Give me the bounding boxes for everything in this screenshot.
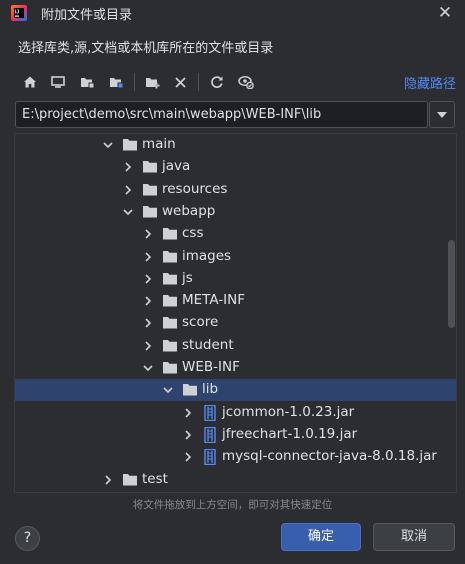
hide-path-link[interactable]: 隐藏路径: [404, 73, 456, 92]
tree-row[interactable]: WEB-INF: [15, 357, 456, 379]
refresh-icon[interactable]: [207, 72, 227, 92]
chevron-down-icon[interactable]: [102, 139, 114, 151]
tree-row-clipped: [15, 134, 456, 136]
jar-file-icon: [204, 404, 220, 421]
show-hidden-icon[interactable]: [236, 72, 256, 92]
tree-row-label: META-INF: [182, 292, 246, 309]
tree-row[interactable]: META-INF: [15, 290, 456, 312]
tree-row[interactable]: jfreechart-1.0.19.jar: [15, 424, 456, 446]
tree-row-label: images: [182, 247, 232, 264]
tree-scrollbar[interactable]: [448, 240, 455, 328]
folder-icon: [162, 271, 178, 286]
tree-row-label: js: [182, 269, 193, 286]
tree-row[interactable]: mysql-connector-java-8.0.18.jar: [15, 446, 456, 468]
toolbar: 隐藏路径: [18, 70, 458, 94]
chevron-down-icon: [437, 111, 447, 118]
dialog-description: 选择库类,源,文档或本机库所在的文件或目录: [18, 41, 274, 56]
path-history-dropdown[interactable]: [429, 101, 455, 128]
folder-icon: [162, 338, 178, 353]
folder-icon: [162, 293, 178, 308]
window-title: 附加文件或目录: [41, 8, 133, 23]
folder-icon: [162, 360, 178, 375]
path-value: E:\project\demo\src\main\webapp\WEB-INF\…: [22, 107, 322, 122]
jar-file-icon: [204, 426, 220, 444]
tree-row-label: lib: [202, 381, 219, 398]
tree-row-label: mysql-connector-java-8.0.18.jar: [222, 448, 437, 465]
tree-row[interactable]: lib: [15, 379, 456, 402]
tree-row[interactable]: js: [15, 268, 456, 290]
jar-file-icon: [204, 448, 220, 466]
chevron-right-icon[interactable]: [142, 273, 154, 285]
ok-button[interactable]: 确定: [281, 523, 361, 551]
cancel-button[interactable]: 取消: [373, 523, 455, 551]
tree-row[interactable]: images: [15, 246, 456, 268]
close-icon[interactable]: ✕: [436, 4, 454, 22]
toolbar-separator: [198, 73, 199, 91]
folder-icon: [122, 472, 138, 487]
chevron-right-icon[interactable]: [182, 429, 194, 441]
tree-row-label: test: [142, 470, 168, 487]
folder-icon: [182, 382, 198, 397]
chevron-down-icon[interactable]: [122, 206, 134, 218]
tree-row-label: main: [142, 136, 176, 152]
tree-row[interactable]: test: [15, 469, 456, 491]
intellij-idea-icon: IJ: [11, 5, 27, 21]
folder-icon: [162, 226, 178, 241]
tree-row-label: java: [162, 158, 191, 175]
tree-row-label: webapp: [162, 202, 216, 219]
tree-row[interactable]: java: [15, 156, 456, 178]
chevron-right-icon[interactable]: [122, 161, 134, 173]
tree-row-label: WEB-INF: [182, 359, 240, 375]
chevron-right-icon[interactable]: [182, 451, 194, 463]
desktop-icon[interactable]: [48, 72, 68, 92]
home-icon[interactable]: [20, 72, 40, 92]
tree-row[interactable]: score: [15, 312, 456, 334]
chevron-right-icon[interactable]: [182, 407, 194, 419]
tree-row[interactable]: resources: [15, 179, 456, 201]
chevron-right-icon[interactable]: [142, 295, 154, 307]
drop-hint: 将文件拖放到上方空间，即可对其快速定位: [132, 499, 333, 511]
tree-row-label: resources: [162, 180, 228, 197]
module-folder-icon[interactable]: [106, 72, 126, 92]
tree-row-label: student: [182, 336, 234, 353]
chevron-right-icon[interactable]: [102, 474, 114, 486]
folder-icon: [122, 137, 138, 152]
tree-row-label: jfreechart-1.0.19.jar: [222, 425, 358, 442]
folder-icon: [142, 204, 158, 219]
tree-row[interactable]: student: [15, 335, 456, 357]
tree-row[interactable]: webapp: [15, 201, 456, 223]
project-folder-icon[interactable]: [77, 72, 97, 92]
chevron-down-icon[interactable]: [162, 384, 174, 396]
tree-row[interactable]: css: [15, 223, 456, 245]
chevron-down-icon[interactable]: [142, 362, 154, 374]
chevron-right-icon[interactable]: [122, 184, 134, 196]
help-button[interactable]: ?: [15, 526, 40, 551]
path-input[interactable]: E:\project\demo\src\main\webapp\WEB-INF\…: [15, 101, 428, 128]
tree-row-label: jcommon-1.0.23.jar: [222, 403, 355, 420]
folder-icon: [142, 182, 158, 197]
tree-row[interactable]: main: [15, 134, 456, 156]
chevron-right-icon[interactable]: [142, 340, 154, 352]
tree-row-label: css: [182, 225, 204, 242]
new-folder-icon[interactable]: [142, 72, 162, 92]
delete-icon[interactable]: [170, 72, 190, 92]
folder-icon: [162, 315, 178, 330]
chevron-right-icon[interactable]: [142, 317, 154, 329]
file-tree[interactable]: main java resources webapp css images js META-I…: [14, 133, 457, 493]
title-bar: IJ 附加文件或目录 ✕: [0, 0, 465, 26]
toolbar-separator: [134, 73, 135, 91]
folder-icon: [142, 159, 158, 174]
svg-text:IJ: IJ: [15, 10, 19, 16]
chevron-right-icon[interactable]: [142, 228, 154, 240]
folder-icon: [162, 249, 178, 264]
chevron-right-icon[interactable]: [142, 251, 154, 263]
tree-row[interactable]: jcommon-1.0.23.jar: [15, 402, 456, 424]
tree-row-label: score: [182, 314, 219, 331]
